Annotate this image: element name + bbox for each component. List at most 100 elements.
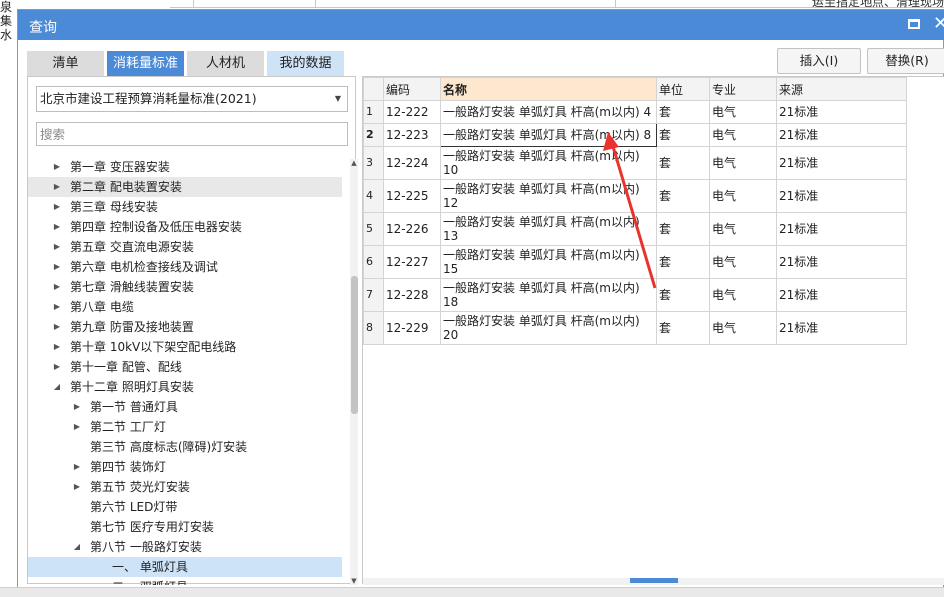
unit-cell[interactable]: 套: [656, 245, 710, 279]
tree-item[interactable]: ▶ 第四章 控制设备及低压电器安装: [28, 217, 342, 237]
tree-item[interactable]: 第三节 高度标志(障碍)灯安装: [28, 437, 342, 457]
chevron-right-icon[interactable]: ▶: [52, 157, 62, 177]
major-cell[interactable]: 电气: [709, 146, 777, 180]
tree-item[interactable]: 第六节 LED灯带: [28, 497, 342, 517]
close-icon[interactable]: ✕: [933, 13, 944, 35]
chevron-right-icon[interactable]: ▶: [72, 457, 82, 477]
tab-consumption-standard[interactable]: 消耗量标准: [107, 51, 184, 76]
tree-item[interactable]: ◢ 第八节 一般路灯安装: [28, 537, 342, 557]
source-cell[interactable]: 21标准: [776, 123, 907, 147]
table-row[interactable]: 2 12-223 一般路灯安装 单弧灯具 杆高(m以内) 8 套电气 21标准: [363, 123, 907, 147]
tree-item[interactable]: ▶ 第一章 变压器安装: [28, 157, 342, 177]
name-cell[interactable]: 一般路灯安装 单弧灯具 杆高(m以内) 18: [440, 278, 657, 312]
table-row[interactable]: 6 12-227 一般路灯安装 单弧灯具 杆高(m以内) 15 套电气 21标准: [363, 245, 907, 279]
library-select[interactable]: 北京市建设工程预算消耗量标准(2021) ▼: [36, 86, 348, 112]
tree-item[interactable]: ▶ 第十章 10kV以下架空配电线路: [28, 337, 342, 357]
tab-bill[interactable]: 清单: [27, 51, 104, 76]
column-header-source[interactable]: 来源: [776, 77, 907, 101]
chevron-right-icon[interactable]: ▶: [72, 417, 82, 437]
code-cell[interactable]: 12-227: [383, 245, 441, 279]
table-row[interactable]: 7 12-228 一般路灯安装 单弧灯具 杆高(m以内) 18 套电气 21标准: [363, 278, 907, 312]
source-cell[interactable]: 21标准: [776, 100, 907, 124]
code-cell[interactable]: 12-229: [383, 311, 441, 345]
tree-item[interactable]: ▶ 第四节 装饰灯: [28, 457, 342, 477]
unit-cell[interactable]: 套: [656, 278, 710, 312]
chevron-right-icon[interactable]: ▶: [52, 317, 62, 337]
row-number[interactable]: 1: [363, 100, 384, 124]
unit-cell[interactable]: 套: [656, 100, 710, 124]
chevron-right-icon[interactable]: ▶: [52, 357, 62, 377]
major-cell[interactable]: 电气: [709, 123, 777, 147]
row-number[interactable]: 2: [363, 123, 384, 147]
row-number[interactable]: 8: [363, 311, 384, 345]
name-cell[interactable]: 一般路灯安装 单弧灯具 杆高(m以内) 10: [440, 146, 657, 180]
tree-item[interactable]: ▶ 第五章 交直流电源安装: [28, 237, 342, 257]
tree-item[interactable]: 一、 单弧灯具: [28, 557, 342, 577]
tree-item[interactable]: ▶ 第九章 防雷及接地装置: [28, 317, 342, 337]
restore-window-icon[interactable]: [908, 19, 920, 29]
name-cell[interactable]: 一般路灯安装 单弧灯具 杆高(m以内) 12: [440, 179, 657, 213]
name-cell[interactable]: 一般路灯安装 单弧灯具 杆高(m以内) 4: [440, 100, 657, 124]
chevron-right-icon[interactable]: ▶: [52, 197, 62, 217]
tree-item[interactable]: ▶ 第六章 电机检查接线及调试: [28, 257, 342, 277]
major-cell[interactable]: 电气: [709, 278, 777, 312]
tab-my-data[interactable]: 我的数据: [267, 51, 344, 76]
unit-cell[interactable]: 套: [656, 311, 710, 345]
chevron-right-icon[interactable]: ▶: [52, 257, 62, 277]
major-cell[interactable]: 电气: [709, 100, 777, 124]
chevron-right-icon[interactable]: ▶: [52, 337, 62, 357]
table-row[interactable]: 3 12-224 一般路灯安装 单弧灯具 杆高(m以内) 10 套电气 21标准: [363, 146, 907, 180]
grid-horizontal-scrollbar[interactable]: [363, 578, 944, 585]
table-row[interactable]: 8 12-229 一般路灯安装 单弧灯具 杆高(m以内) 20 套电气 21标准: [363, 311, 907, 345]
unit-cell[interactable]: 套: [656, 146, 710, 180]
table-row[interactable]: 4 12-225 一般路灯安装 单弧灯具 杆高(m以内) 12 套电气 21标准: [363, 179, 907, 213]
unit-cell[interactable]: 套: [656, 212, 710, 246]
chevron-down-icon[interactable]: ◢: [52, 377, 62, 397]
row-number[interactable]: 7: [363, 278, 384, 312]
major-cell[interactable]: 电气: [709, 245, 777, 279]
tree-item[interactable]: ▶ 第三章 母线安装: [28, 197, 342, 217]
chevron-right-icon[interactable]: ▶: [52, 277, 62, 297]
source-cell[interactable]: 21标准: [776, 146, 907, 180]
source-cell[interactable]: 21标准: [776, 179, 907, 213]
tree-scrollbar[interactable]: ▲ ▼: [350, 159, 358, 585]
chevron-right-icon[interactable]: ▶: [52, 237, 62, 257]
name-cell[interactable]: 一般路灯安装 单弧灯具 杆高(m以内) 15: [440, 245, 657, 279]
source-cell[interactable]: 21标准: [776, 311, 907, 345]
search-input[interactable]: [36, 122, 348, 146]
source-cell[interactable]: 21标准: [776, 212, 907, 246]
name-cell[interactable]: 一般路灯安装 单弧灯具 杆高(m以内) 20: [440, 311, 657, 345]
chevron-right-icon[interactable]: ▶: [52, 297, 62, 317]
chevron-right-icon[interactable]: ▶: [72, 477, 82, 497]
code-cell[interactable]: 12-228: [383, 278, 441, 312]
grid-splitter-handle[interactable]: [630, 578, 678, 583]
tree-item[interactable]: ▶ 第七章 滑触线装置安装: [28, 277, 342, 297]
major-cell[interactable]: 电气: [709, 179, 777, 213]
tree-item[interactable]: ▶ 第二章 配电装置安装: [28, 177, 342, 197]
major-cell[interactable]: 电气: [709, 212, 777, 246]
code-cell[interactable]: 12-225: [383, 179, 441, 213]
column-header-name[interactable]: 名称: [440, 77, 657, 101]
unit-cell[interactable]: 套: [656, 123, 710, 147]
source-cell[interactable]: 21标准: [776, 278, 907, 312]
code-cell[interactable]: 12-226: [383, 212, 441, 246]
scroll-down-icon[interactable]: ▼: [350, 577, 358, 585]
chevron-down-icon[interactable]: ◢: [72, 537, 82, 557]
major-cell[interactable]: 电气: [709, 311, 777, 345]
source-cell[interactable]: 21标准: [776, 245, 907, 279]
column-header-unit[interactable]: 单位: [656, 77, 710, 101]
tree-item[interactable]: ◢ 第十二章 照明灯具安装: [28, 377, 342, 397]
tree-item[interactable]: ▶ 第八章 电缆: [28, 297, 342, 317]
tree-item[interactable]: ▶ 第一节 普通灯具: [28, 397, 342, 417]
row-number[interactable]: 6: [363, 245, 384, 279]
tree-item[interactable]: 第七节 医疗专用灯安装: [28, 517, 342, 537]
chevron-right-icon[interactable]: ▶: [52, 217, 62, 237]
tree-item[interactable]: ▶ 第五节 荧光灯安装: [28, 477, 342, 497]
tree-item[interactable]: 二、 双弧灯具: [28, 577, 342, 585]
table-row[interactable]: 1 12-222 一般路灯安装 单弧灯具 杆高(m以内) 4 套电气 21标准: [363, 100, 907, 124]
scroll-up-icon[interactable]: ▲: [350, 159, 358, 167]
name-cell[interactable]: 一般路灯安装 单弧灯具 杆高(m以内) 8: [440, 123, 657, 147]
code-cell[interactable]: 12-224: [383, 146, 441, 180]
column-header-code[interactable]: 编码: [383, 77, 441, 101]
tree-item[interactable]: ▶ 第十一章 配管、配线: [28, 357, 342, 377]
